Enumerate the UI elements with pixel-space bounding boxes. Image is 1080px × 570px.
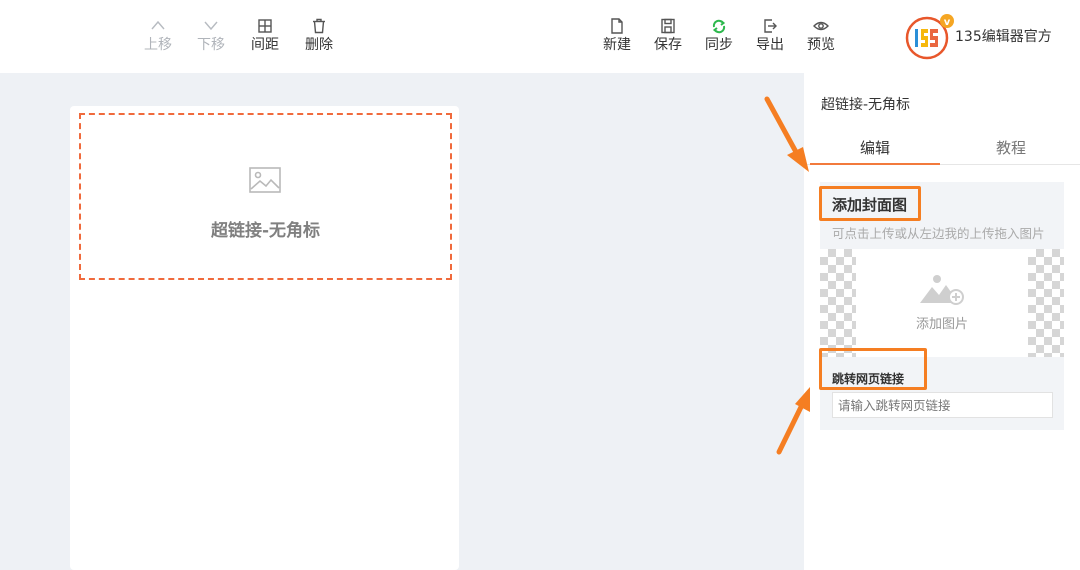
annotation-highlight-link	[819, 348, 927, 390]
add-image-dropzone[interactable]: 添加图片	[820, 249, 1064, 357]
save-button[interactable]: 保存	[645, 18, 691, 58]
delete-button[interactable]: 删除	[296, 18, 342, 58]
trash-icon	[296, 18, 342, 36]
move-up-button[interactable]: 上移	[135, 18, 181, 58]
add-image-label: 添加图片	[915, 317, 968, 332]
move-up-label: 上移	[144, 37, 172, 53]
sync-label: 同步	[705, 37, 733, 53]
cover-hint: 可点击上传或从左边我的上传拖入图片	[832, 226, 1045, 241]
hyperlink-block[interactable]: 超链接-无角标	[79, 113, 452, 280]
brand-name[interactable]: 135编辑器官方	[955, 26, 1052, 46]
eye-icon	[798, 18, 844, 36]
link-url-input[interactable]	[832, 392, 1053, 418]
panel-title: 超链接-无角标	[821, 97, 911, 113]
save-label: 保存	[654, 37, 682, 53]
export-label: 导出	[756, 37, 784, 53]
settings-panel: 超链接-无角标 编辑 教程 添加封面图 可点击上传或从左边我的上传拖入图片 添加…	[804, 73, 1080, 570]
sync-button[interactable]: 同步	[696, 18, 742, 58]
move-down-button[interactable]: 下移	[188, 18, 234, 58]
spacing-button[interactable]: 间距	[242, 18, 288, 58]
move-down-label: 下移	[197, 37, 225, 53]
brand-logo[interactable]: v	[905, 14, 955, 60]
tab-edit[interactable]: 编辑	[810, 131, 940, 165]
chevron-up-icon	[135, 18, 181, 36]
save-icon	[645, 18, 691, 36]
export-button[interactable]: 导出	[747, 18, 793, 58]
top-toolbar: 上移 下移 间距 删除 新建 保存 同步 导出 预览 v 135编辑器官方	[0, 0, 1080, 73]
checker-left	[820, 249, 856, 357]
delete-label: 删除	[305, 37, 333, 53]
spacing-label: 间距	[251, 37, 279, 53]
arrow-to-cover-icon	[764, 96, 809, 172]
annotation-highlight-cover	[819, 186, 921, 221]
sync-icon	[696, 18, 742, 36]
block-title: 超链接-无角标	[210, 221, 321, 241]
chevron-down-icon	[188, 18, 234, 36]
checker-right	[1028, 249, 1064, 357]
panel-tabs: 编辑 教程	[804, 131, 1080, 165]
image-icon	[249, 167, 281, 197]
export-icon	[747, 18, 793, 36]
new-file-icon	[594, 18, 640, 36]
preview-button[interactable]: 预览	[798, 18, 844, 58]
tab-tutorial[interactable]: 教程	[946, 131, 1076, 165]
new-button[interactable]: 新建	[594, 18, 640, 58]
new-label: 新建	[603, 37, 631, 53]
preview-label: 预览	[807, 37, 835, 53]
svg-text:v: v	[944, 17, 951, 28]
add-image-icon	[918, 273, 966, 311]
spacing-icon	[242, 18, 288, 36]
